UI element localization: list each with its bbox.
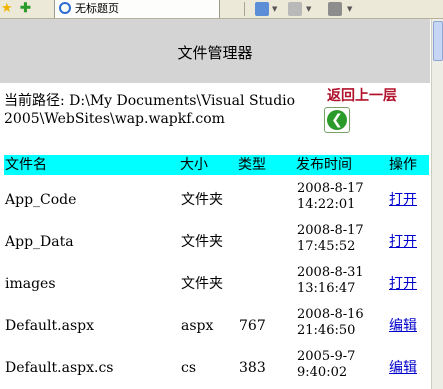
open-link[interactable]: 打开 — [389, 192, 417, 208]
file-size: 文件夹 — [181, 192, 223, 208]
table-header: 文件名 大小 类型 发布时间 操作 — [4, 155, 429, 175]
file-size: 文件夹 — [181, 234, 223, 250]
open-link[interactable]: 打开 — [389, 276, 417, 292]
table-row: App_Code 文件夹 2008-8-17 14:22:01 打开 — [4, 177, 429, 219]
browser-tab-title: 无标题页 — [75, 2, 119, 15]
file-name: Default.aspx — [5, 318, 94, 334]
edit-link[interactable]: 编辑 — [389, 360, 417, 376]
toolbar-separator — [244, 2, 245, 16]
add-favorite-icon[interactable]: ✚ — [20, 2, 33, 15]
file-name: Default.aspx.cs — [5, 360, 114, 376]
edit-link[interactable]: 编辑 — [389, 318, 417, 334]
page-header: 文件管理器 — [0, 19, 430, 83]
column-header-name: 文件名 — [5, 157, 47, 173]
file-size: 文件夹 — [181, 276, 223, 292]
chevron-down-icon[interactable]: ▼ — [272, 5, 277, 13]
file-type: 767 — [239, 318, 266, 334]
page-title: 文件管理器 — [177, 44, 253, 62]
vertical-scrollbar[interactable] — [431, 19, 443, 389]
file-size: cs — [181, 360, 197, 376]
print-icon[interactable] — [328, 2, 342, 16]
file-time: 2005-9-7 9:40:02 — [297, 349, 356, 380]
browser-tab[interactable]: 无标题页 — [54, 0, 220, 18]
table-row: images 文件夹 2008-8-31 13:16:47 打开 — [4, 261, 429, 303]
table-row: Default.aspx.cs cs 383 2005-9-7 9:40:02 编… — [4, 345, 429, 387]
favorites-star-icon[interactable]: ★ — [1, 2, 14, 15]
browser-toolbar: ★ ✚ 无标题页 ▼ ▼ ▼ — [0, 0, 443, 19]
chevron-down-icon[interactable]: ▼ — [347, 5, 352, 13]
column-header-time: 发布时间 — [296, 157, 352, 173]
chevron-down-icon[interactable]: ▼ — [306, 5, 311, 13]
file-time: 2008-8-31 13:16:47 — [297, 265, 364, 296]
ie-page-icon — [59, 2, 71, 14]
feeds-icon[interactable] — [288, 2, 302, 16]
column-header-action: 操作 — [389, 157, 417, 173]
file-type: 383 — [239, 360, 266, 376]
file-name: App_Data — [5, 234, 74, 250]
back-arrow-icon: ❮ — [327, 110, 347, 130]
table-row: App_Data 文件夹 2008-8-17 17:45:52 打开 — [4, 219, 429, 261]
file-name: images — [5, 276, 56, 292]
file-time: 2008-8-16 21:46:50 — [297, 307, 364, 338]
file-time: 2008-8-17 17:45:52 — [297, 223, 364, 254]
column-header-size: 大小 — [180, 157, 208, 173]
column-header-type: 类型 — [238, 157, 266, 173]
back-link[interactable]: 返回上一层 — [327, 85, 397, 105]
scrollbar-thumb[interactable] — [433, 21, 443, 61]
home-icon[interactable] — [255, 2, 269, 16]
file-name: App_Code — [5, 192, 77, 208]
current-path: 当前路径: D:\My Documents\Visual Studio 2005… — [4, 92, 314, 128]
file-size: aspx — [181, 318, 214, 334]
path-label: 当前路径: — [4, 93, 65, 109]
open-link[interactable]: 打开 — [389, 234, 417, 250]
back-button[interactable]: ❮ — [324, 107, 350, 133]
table-row: Default.aspx aspx 767 2008-8-16 21:46:50 … — [4, 303, 429, 345]
file-time: 2008-8-17 14:22:01 — [297, 181, 364, 212]
